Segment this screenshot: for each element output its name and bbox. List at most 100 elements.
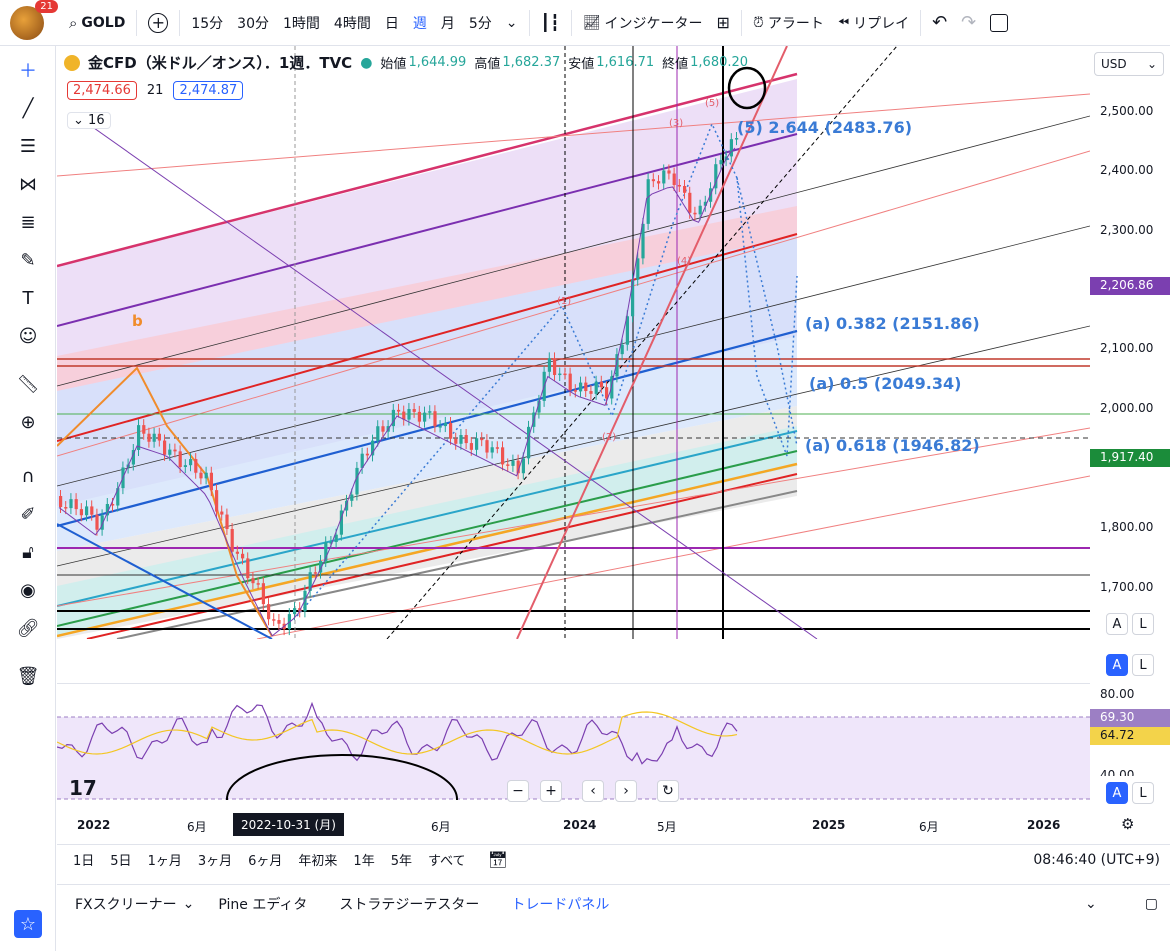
- candle: [719, 160, 723, 165]
- brush-icon[interactable]: ✎: [14, 246, 42, 274]
- price-axis[interactable]: USD ⌄ 2,500.00 2,400.00 2,300.00 2,206.8…: [1090, 46, 1170, 806]
- indicators-collapse[interactable]: ⌄ 16: [67, 112, 111, 129]
- chart-legend: 金CFD（米ドル／オンス）．1週．TVC ● 始値 1,644.99 高値 1,68…: [64, 52, 748, 73]
- forecast-icon[interactable]: ≣: [14, 208, 42, 236]
- candle: [485, 440, 489, 453]
- candle: [573, 390, 577, 392]
- period-6m[interactable]: 6ヶ月: [248, 850, 282, 869]
- log-scale-button[interactable]: L: [1132, 613, 1154, 635]
- price-chart[interactable]: 金CFD（米ドル／オンス）．1週．TVC ● 始値 1,644.99 高値 1,68…: [57, 46, 1090, 639]
- period-1m[interactable]: 1ヶ月: [148, 850, 182, 869]
- buy-price-chip[interactable]: 2,474.87: [173, 81, 244, 100]
- zoom-out-button[interactable]: −: [507, 780, 529, 802]
- pencil-lock-icon[interactable]: ✐: [14, 500, 42, 528]
- alert-button[interactable]: ⏰︎ アラート: [746, 0, 831, 46]
- candle: [579, 382, 583, 392]
- interval-1d[interactable]: 日: [378, 0, 406, 46]
- magnet-icon[interactable]: ∩: [14, 462, 42, 490]
- candle: [74, 499, 78, 510]
- trend-line-icon[interactable]: ╱: [14, 94, 42, 122]
- scroll-left-button[interactable]: ‹: [582, 780, 604, 802]
- auto-scale-button[interactable]: A: [1106, 613, 1128, 635]
- calendar-icon[interactable]: 📅︎: [488, 850, 508, 869]
- interval-15m[interactable]: 15分: [184, 0, 230, 46]
- tab-strategy-tester[interactable]: ストラテジーテスター: [339, 894, 479, 914]
- indicators-button[interactable]: 📈︎ インジケーター: [576, 0, 710, 46]
- candle: [454, 438, 458, 444]
- interval-1h[interactable]: 1時間: [276, 0, 327, 46]
- undo-button[interactable]: ↶: [925, 0, 954, 46]
- fib-icon[interactable]: ☰: [14, 132, 42, 160]
- minimize-icon[interactable]: ⌄: [1085, 896, 1097, 912]
- candle: [589, 391, 593, 394]
- log-scale-button[interactable]: L: [1132, 654, 1154, 676]
- symbol-search[interactable]: ⌕ GOLD: [62, 0, 132, 46]
- interval-1w[interactable]: 週: [406, 0, 434, 46]
- star-icon[interactable]: ☆: [14, 910, 42, 938]
- tab-fx-screener[interactable]: FXスクリーナー: [75, 894, 177, 914]
- period-all[interactable]: すべて: [428, 850, 466, 869]
- redo-button[interactable]: ↷: [954, 0, 983, 46]
- zoom-icon[interactable]: ⊕: [14, 408, 42, 436]
- indicators-label: インジケーター: [604, 15, 703, 32]
- time-axis[interactable]: 2022 6月 6月 2024 5月 2025 6月 2026 2022-10-…: [57, 810, 1134, 838]
- candle: [59, 496, 63, 508]
- undo-icon: ↶: [932, 12, 948, 33]
- interval-30m[interactable]: 30分: [230, 0, 276, 46]
- candle: [433, 411, 437, 427]
- sell-price-chip[interactable]: 2,474.66: [67, 81, 137, 100]
- rsi-label: 80.00: [1100, 687, 1135, 701]
- candle: [189, 459, 193, 466]
- candle: [443, 422, 447, 427]
- period-1d[interactable]: 1日: [73, 850, 94, 869]
- rsi-pane[interactable]: 17: [57, 683, 1090, 800]
- currency-select[interactable]: USD ⌄: [1094, 52, 1164, 76]
- replay-button[interactable]: ⏪︎ リプレイ: [831, 0, 916, 46]
- period-ytd[interactable]: 年初来: [298, 850, 337, 869]
- layouts-button[interactable]: ⊞: [710, 0, 737, 46]
- fullscreen-button[interactable]: [983, 0, 1015, 46]
- interval-5m[interactable]: 5分: [462, 0, 499, 46]
- chart-type-button[interactable]: ┃┇: [534, 0, 567, 46]
- auto-scale-button[interactable]: A: [1106, 782, 1128, 804]
- text-icon[interactable]: T: [14, 284, 42, 312]
- wave-1-label: (1): [557, 296, 572, 307]
- add-symbol-button[interactable]: +: [141, 0, 175, 46]
- settings-icon[interactable]: ⚙: [1121, 815, 1134, 833]
- indicator-count: 16: [88, 113, 105, 128]
- price-label: 2,100.00: [1100, 341, 1154, 355]
- interval-dropdown[interactable]: ⌄: [499, 0, 525, 46]
- chevron-down-icon[interactable]: ⌄: [183, 896, 195, 912]
- candle: [194, 459, 198, 473]
- interval-4h[interactable]: 4時間: [327, 0, 378, 46]
- scroll-right-button[interactable]: ›: [615, 780, 637, 802]
- avatar[interactable]: 21: [10, 0, 58, 40]
- crosshair-icon[interactable]: ＋: [14, 56, 42, 84]
- candle: [272, 619, 276, 621]
- period-3m[interactable]: 3ヶ月: [198, 850, 232, 869]
- tab-pine-editor[interactable]: Pine エディタ: [218, 894, 307, 914]
- candle: [584, 382, 588, 392]
- log-scale-button[interactable]: L: [1132, 782, 1154, 804]
- trash-icon[interactable]: 🗑︎: [14, 662, 42, 690]
- candle: [521, 458, 525, 474]
- auto-scale-button[interactable]: A: [1106, 654, 1128, 676]
- ruler-icon[interactable]: 📏︎: [14, 370, 42, 398]
- tab-trade-panel[interactable]: トレードパネル: [511, 894, 609, 914]
- maximize-icon[interactable]: ▢: [1145, 896, 1158, 912]
- candle: [90, 506, 94, 515]
- candle: [157, 433, 161, 441]
- clock[interactable]: 08:46:40 (UTC+9): [1033, 852, 1160, 868]
- eye-icon[interactable]: ◉: [14, 576, 42, 604]
- period-1y[interactable]: 1年: [353, 850, 374, 869]
- reset-button[interactable]: ↻: [657, 780, 679, 802]
- zoom-in-button[interactable]: +: [540, 780, 562, 802]
- close-value: 1,680.20: [690, 55, 749, 70]
- link-icon[interactable]: 🔗︎: [14, 614, 42, 642]
- lock-icon[interactable]: 🔓︎: [14, 538, 42, 566]
- period-5y[interactable]: 5年: [391, 850, 412, 869]
- emoji-icon[interactable]: ☺: [14, 322, 42, 350]
- pattern-icon[interactable]: ⋈: [14, 170, 42, 198]
- interval-1m[interactable]: 月: [434, 0, 462, 46]
- period-5d[interactable]: 5日: [110, 850, 131, 869]
